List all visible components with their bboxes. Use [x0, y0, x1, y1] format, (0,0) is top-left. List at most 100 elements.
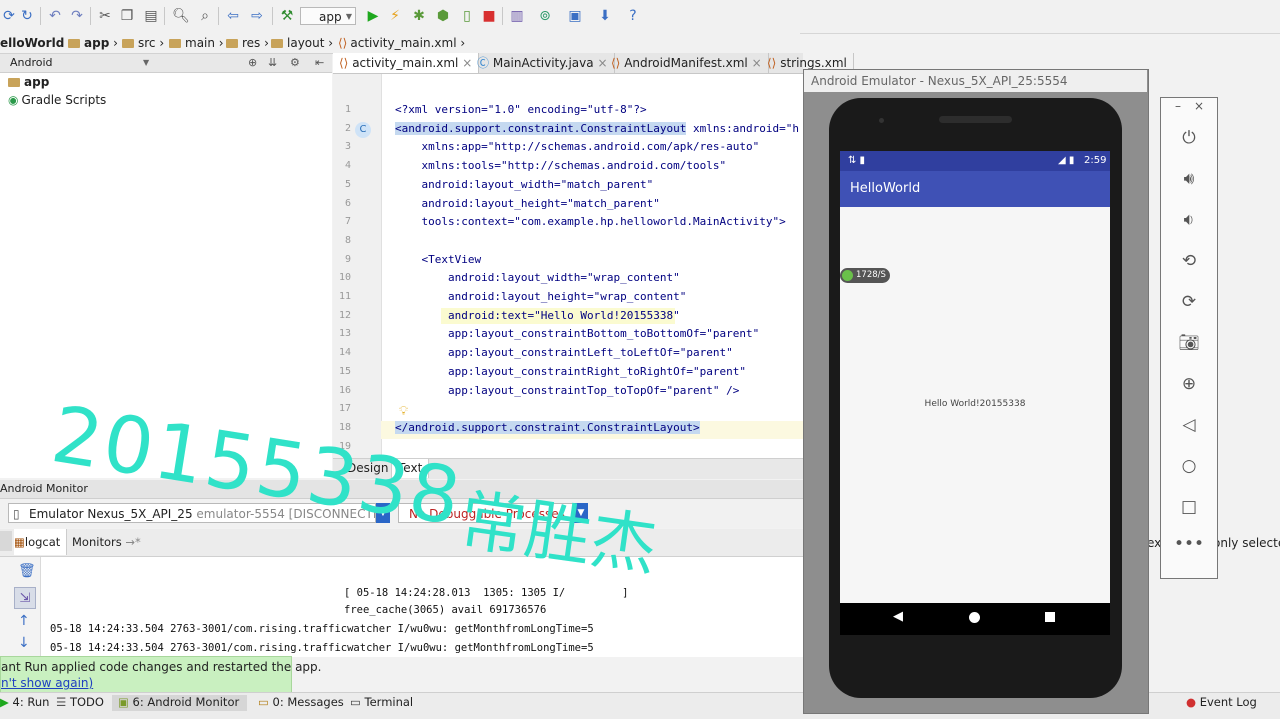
copy-icon[interactable]: ❐ [118, 7, 136, 25]
android-monitor-tool-button[interactable]: ▣ 6: Android Monitor [112, 695, 248, 711]
redo-icon[interactable]: ↷ [68, 7, 86, 25]
profile-icon[interactable]: ▯ [458, 7, 476, 25]
tab-android-manifest[interactable]: ⟨⟩ AndroidManifest.xml × [605, 53, 769, 73]
breadcrumb-app[interactable]: app › [68, 33, 118, 53]
cut-icon[interactable]: ✂ [96, 7, 114, 25]
breadcrumb-main[interactable]: main › [169, 33, 224, 53]
run-tool-button[interactable]: ▶ 4: Run [0, 695, 49, 709]
sdk-manager-icon[interactable]: ▥ [508, 7, 526, 25]
refresh-icon[interactable]: ↻ [18, 7, 36, 25]
close-icon[interactable]: × [1194, 99, 1204, 113]
attach-debugger-icon[interactable]: ⬢ [434, 7, 452, 25]
pin-icon: →* [125, 535, 141, 549]
paste-icon[interactable]: ▤ [142, 7, 160, 25]
chevron-down-icon[interactable]: ▼ [143, 54, 149, 72]
up-arrow-icon[interactable]: ↑ [18, 613, 30, 629]
android-nav-bar: ◀ [840, 603, 1110, 635]
dont-show-again-link[interactable]: n't show again) [1, 676, 93, 690]
code-editor[interactable]: 1 2 3 4 5 6 7 8 9 10 11 12 13 14 15 16 17 18 19 C 💡︎ <?xml… [333, 74, 803, 458]
android-status-bar: ⇅ ▮ ◢ ▮ 2:59 [840, 151, 1110, 171]
xml-file-icon: ⟨⟩ [338, 36, 348, 50]
gear-icon[interactable]: ⚙ [290, 54, 300, 72]
todo-icon: ☰ [56, 695, 67, 709]
overview-icon[interactable]: □ [1161, 497, 1217, 517]
hide-panel-icon[interactable]: ⇤ [315, 54, 324, 72]
run-config-label: app [319, 10, 342, 24]
down-arrow-icon[interactable]: ↓ [18, 635, 30, 651]
undo-icon[interactable]: ↶ [46, 7, 64, 25]
project-view-select[interactable]: Android [10, 54, 53, 72]
rotate-left-icon[interactable]: ⟲ [1161, 251, 1217, 271]
rotate-right-icon[interactable]: ⟳ [1161, 292, 1217, 312]
lightbulb-icon[interactable]: 💡︎ [399, 404, 408, 419]
tab-main-activity[interactable]: Ⓒ MainActivity.java × [471, 53, 615, 73]
line-number: 4 [344, 160, 351, 172]
forward-icon[interactable]: ⇨ [248, 7, 266, 25]
breadcrumb-res[interactable]: res › [226, 33, 269, 53]
phone-screen[interactable]: ⇅ ▮ ◢ ▮ 2:59 HelloWorld 1728/S Hello Wor… [840, 151, 1110, 603]
signal-battery-icon: ◢ ▮ [1058, 155, 1075, 166]
find-icon[interactable]: 🔍︎ [172, 7, 190, 25]
make-project-icon[interactable]: ⚒ [278, 7, 296, 25]
line-number: 14 [338, 347, 351, 359]
volume-down-icon[interactable]: 🔉︎ [1161, 210, 1217, 230]
code-line: app:layout_constraintTop_toTopOf="parent… [395, 383, 740, 397]
breadcrumb-file[interactable]: ⟨⟩ activity_main.xml › [338, 33, 465, 53]
gradle-icon: ◉ [8, 93, 19, 107]
todo-tool-button[interactable]: ☰ TODO [56, 695, 104, 709]
home-icon[interactable] [969, 612, 980, 623]
breadcrumb-layout[interactable]: layout › [271, 33, 333, 53]
speed-badge[interactable]: 1728/S [840, 268, 890, 283]
sync-icon[interactable]: ⟳ [0, 7, 18, 25]
zoom-icon[interactable]: ⊕ [1161, 374, 1217, 394]
help-icon[interactable]: ? [624, 7, 642, 25]
tree-item-app[interactable]: app [8, 75, 49, 89]
line-number: 10 [338, 272, 351, 284]
stop-icon[interactable]: ■ [480, 7, 498, 25]
clear-log-icon[interactable]: 🗑︎ [18, 563, 36, 579]
run-config-select[interactable]: app ▼ [300, 7, 356, 25]
project-panel-header: Android ▼ ⊕ ⇊ ⚙ ⇤ [0, 54, 332, 73]
code-line: android:text="Hello World!20155338" [395, 308, 680, 322]
back-icon[interactable]: ◀ [893, 609, 903, 624]
tab-logcat[interactable]: ▦logcat [14, 529, 67, 555]
event-log-tool-button[interactable]: ● Event Log [1186, 695, 1257, 709]
home-icon[interactable]: ○ [1161, 456, 1217, 476]
module-folder-icon [8, 78, 20, 87]
minimize-icon[interactable]: – [1175, 99, 1181, 113]
project-structure-icon[interactable]: ▣ [566, 7, 584, 25]
replace-icon[interactable]: ⌕ [196, 7, 214, 25]
filter-select[interactable]: only selected [1213, 536, 1280, 550]
back-icon[interactable]: ◁ [1161, 415, 1217, 435]
restart-icon[interactable] [0, 531, 12, 551]
run-icon[interactable]: ▶ [364, 7, 382, 25]
volume-up-icon[interactable]: 🔊︎ [1161, 169, 1217, 189]
code-line: <android.support.constraint.ConstraintLa… [395, 121, 799, 135]
apply-changes-icon[interactable]: ⚡ [386, 7, 404, 25]
scroll-to-end-icon[interactable]: ⇲ [14, 587, 36, 609]
scroll-from-source-icon[interactable]: ⊕ [248, 54, 257, 72]
tab-monitors[interactable]: Monitors →* [72, 529, 141, 555]
line-number: 18 [338, 421, 351, 433]
breadcrumb-src[interactable]: src › [122, 33, 164, 53]
overview-icon[interactable] [1045, 612, 1055, 622]
messages-tool-button[interactable]: ▭ 0: Messages [258, 695, 344, 709]
class-gutter-icon[interactable]: C [355, 122, 371, 138]
debug-icon[interactable]: ✱ [410, 7, 428, 25]
collapse-all-icon[interactable]: ⇊ [268, 54, 277, 72]
gradle-sync-icon[interactable]: ⊚ [536, 7, 554, 25]
main-toolbar: ⟳ ↻ ↶ ↷ ✂ ❐ ▤ 🔍︎ ⌕ ⇦ ⇨ ⚒ app ▼ ▶ ⚡ ✱ ⬢ ▯… [0, 0, 1280, 34]
screenshot-icon[interactable]: 📷︎ [1161, 333, 1217, 353]
line-number: 6 [344, 197, 351, 209]
power-icon[interactable]: ⏻ [1161, 128, 1217, 148]
xml-file-icon: ⟨⟩ [611, 56, 621, 70]
terminal-tool-button[interactable]: ▭ Terminal [350, 695, 413, 709]
tab-activity-main[interactable]: ⟨⟩ activity_main.xml × [333, 53, 480, 73]
log-line: 05-18 14:24:33.504 2763-3001/com.rising.… [50, 642, 594, 654]
back-icon[interactable]: ⇦ [224, 7, 242, 25]
breadcrumb-project[interactable]: elloWorld › [0, 33, 73, 53]
device-monitor-icon[interactable]: ⬇ [596, 7, 614, 25]
logcat-output[interactable]: 🗑︎ ⇲ ↑ ↓ [ 05-18 14:24:28.013 1305: 1305… [0, 557, 803, 657]
more-options-icon[interactable]: ••• [1161, 534, 1217, 554]
tree-item-gradle-scripts[interactable]: ◉ Gradle Scripts [8, 93, 106, 107]
